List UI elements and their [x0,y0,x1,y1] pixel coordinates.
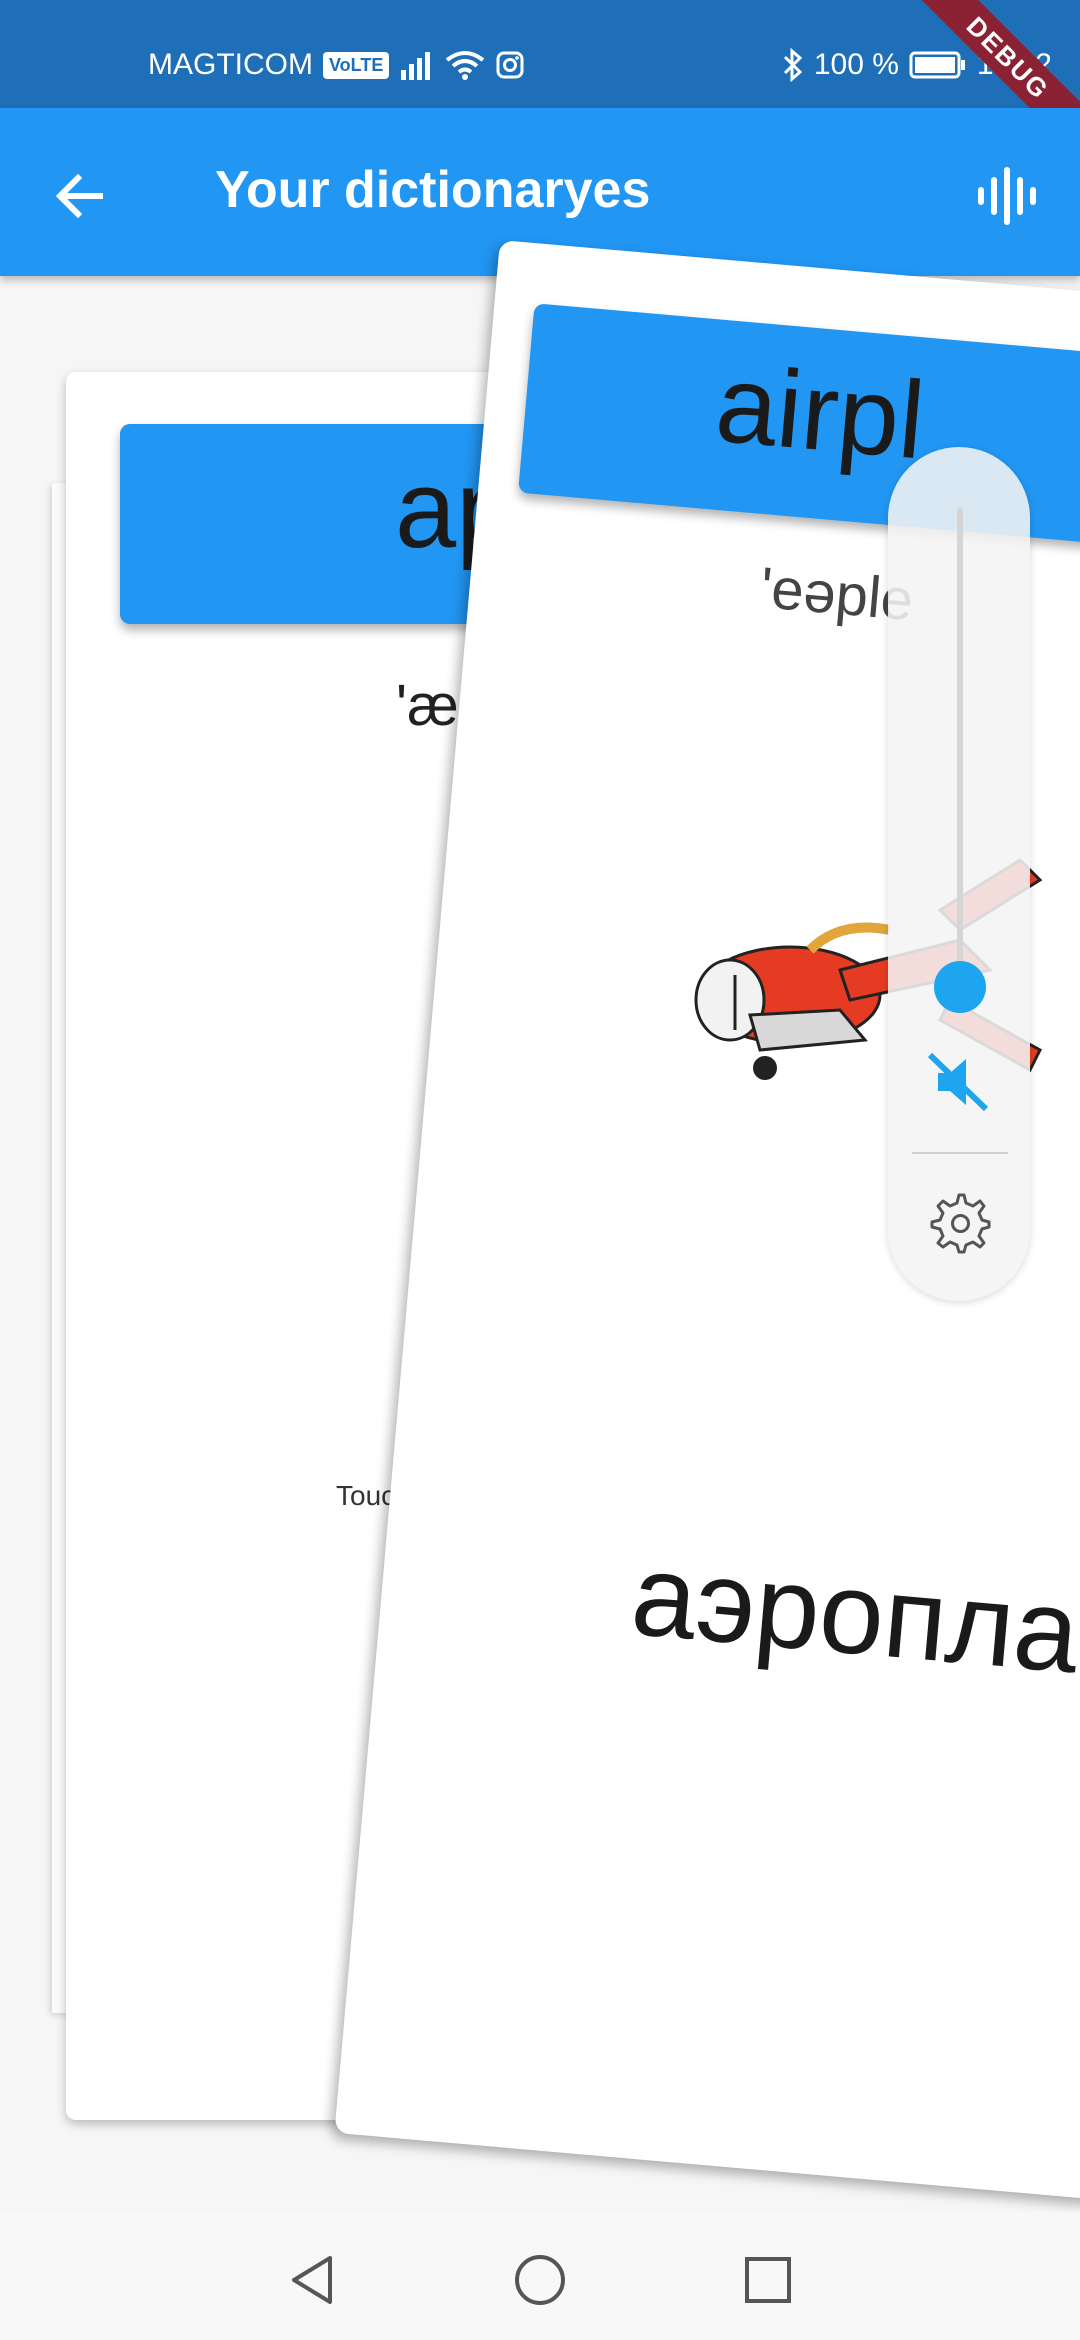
volume-slider-thumb[interactable] [934,961,986,1013]
wifi-icon [446,51,485,80]
status-left: MAGTICOM VoLTE [148,48,525,82]
status-bar: MAGTICOM VoLTE 100 % 10:42 DEBUG [0,0,1080,165]
recents-square-icon[interactable] [738,2250,798,2310]
card-word: airpl [711,341,930,483]
volte-badge: VoLTE [323,51,390,79]
battery-percent: 100 % [813,48,899,81]
page-title: Your dictionaryes [215,161,651,219]
card-translation: аэропла [626,1528,1080,1698]
home-circle-icon[interactable] [510,2250,570,2310]
system-nav-bar [0,2212,1080,2340]
carrier-name: MAGTICOM [148,48,313,81]
battery-icon [909,51,965,79]
back-triangle-icon[interactable] [282,2250,342,2310]
speaker-muted-icon[interactable] [924,1047,994,1117]
gear-icon[interactable] [926,1189,992,1255]
arrow-back-icon[interactable] [50,166,110,226]
instagram-icon [496,51,524,79]
bluetooth-icon [783,48,803,82]
volume-panel [888,447,1030,1301]
volume-divider [912,1152,1008,1154]
voice-wave-icon[interactable] [974,163,1040,229]
signal-icon [401,52,431,80]
volume-slider-track[interactable] [957,507,963,1007]
